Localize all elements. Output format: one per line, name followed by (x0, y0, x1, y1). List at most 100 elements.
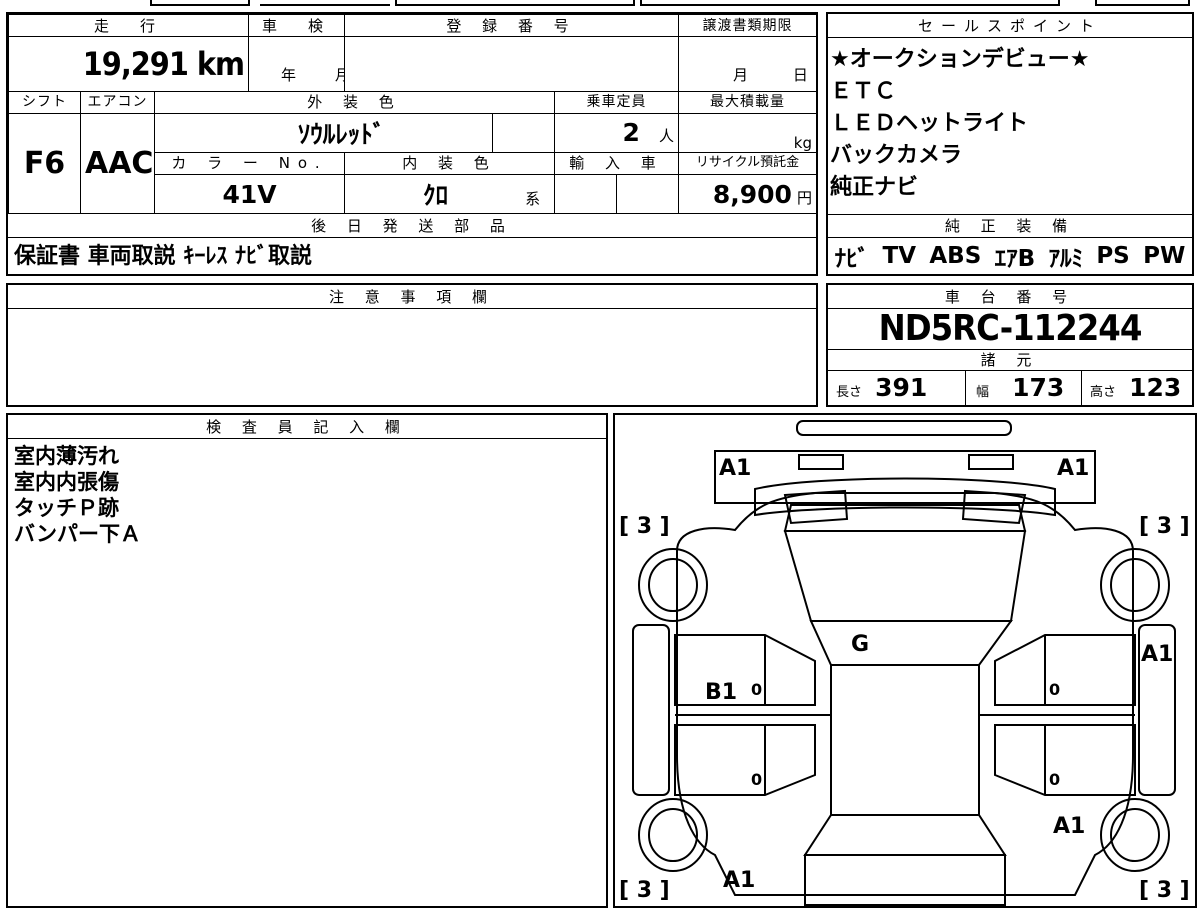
import-b (616, 174, 680, 214)
capacity-label: 乗車定員 (554, 90, 680, 114)
car-diagram-box: A1 A1 [ 3 ] [ 3 ] G B1 A1 A1 A1 [ 3 ] [ … (613, 413, 1197, 908)
exterior-value: ｿｳﾙﾚｯﾄﾞ (153, 112, 494, 153)
inspector-line: タッチＰ跡 (14, 496, 119, 520)
equipment-item: PS (1096, 243, 1130, 269)
left-headlight (798, 454, 844, 470)
max-load-label: 最大積載量 (678, 90, 818, 114)
roof (830, 664, 980, 816)
door-mark-lr: 0 (751, 770, 762, 789)
mark-windshield: G (851, 632, 869, 657)
specs-header: 諸 元 (828, 349, 1192, 371)
notes-value (12, 313, 812, 403)
capacity-value: 2 (622, 118, 640, 148)
capacity-cell: 2 人 (554, 112, 680, 153)
left-door-rear (674, 724, 816, 796)
exterior-label: 外 装 色 (153, 90, 556, 114)
notes-header: 注 意 事 項 欄 (8, 285, 816, 309)
chassis-box: 車 台 番 号 ND5RC-112244 諸 元 長さ 391 幅 173 高さ… (826, 283, 1194, 407)
equipment-item: ﾅﾋﾞ (834, 246, 870, 272)
mark-front-left-tire: [ 3 ] (619, 514, 670, 539)
interior-label: 内 装 色 (344, 151, 556, 176)
shift-value: F6 (8, 112, 81, 215)
sales-point-item: バックカメラ (830, 143, 963, 168)
registration-value (344, 36, 680, 92)
mark-front-right-bumper: A1 (1057, 456, 1089, 481)
chassis-number: ND5RC-112244 (878, 308, 1143, 349)
right-door-rear (994, 724, 1136, 796)
interior-unit: 系 (525, 190, 541, 209)
mark-rear-left-tire: [ 3 ] (619, 878, 670, 903)
shift-label: シフト (8, 90, 81, 114)
recycle-unit: 円 (797, 188, 813, 207)
top-strip (0, 0, 1200, 8)
mark-front-left-bumper: A1 (719, 456, 751, 481)
transfer-cell: 月 日 (678, 36, 818, 92)
rear-left-wheel-inner (648, 808, 698, 862)
front-right-wheel-inner (1110, 558, 1160, 612)
rear-deck (803, 814, 1007, 856)
sales-point-item: ★オークションデビュー★ (830, 47, 1090, 72)
sales-points-header: セールスポイント (828, 14, 1192, 38)
mark-front-right-tire: [ 3 ] (1139, 514, 1190, 539)
inspection-month: 月 (335, 66, 344, 84)
hood-outline (754, 477, 1056, 517)
mark-right-fender: A1 (1141, 642, 1173, 667)
mark-rear-right-tire: [ 3 ] (1139, 878, 1190, 903)
equipment-item: PW (1143, 243, 1186, 269)
height-label: 高さ (1090, 385, 1117, 400)
door-mark-rr: 0 (1049, 770, 1060, 789)
sales-points-list: ★オークションデビュー★ ＥＴＣ ＬＥＤヘットライト バックカメラ 純正ナビ (828, 44, 1192, 204)
transfer-day: 日 (792, 65, 808, 84)
inspector-line: バンパー下Ａ (14, 522, 142, 546)
door-mark-rf: 0 (1049, 680, 1060, 699)
length-value: 391 (875, 373, 928, 402)
rear-panel (804, 854, 1006, 906)
inspection-cell: 年 月 (248, 36, 346, 92)
inspector-header: 検 査 員 記 入 欄 (8, 415, 606, 439)
capacity-unit: 人 (659, 127, 675, 146)
cabin (809, 620, 1013, 666)
specs-row: 長さ 391 幅 173 高さ 123 (828, 371, 1192, 405)
inspection-year: 年 (281, 65, 297, 84)
front-marker (796, 420, 1012, 436)
transfer-month: 月 (733, 65, 749, 84)
recycle-cell: 8,900 円 (678, 174, 818, 214)
color-no-value: 41V (153, 174, 346, 214)
max-load-unit: kg (678, 112, 818, 153)
right-door-front (994, 634, 1136, 706)
sales-points-box: セールスポイント ★オークションデビュー★ ＥＴＣ ＬＥＤヘットライト バックカ… (826, 12, 1194, 276)
width-cell: 幅 173 (966, 371, 1082, 405)
windshield (783, 530, 1027, 622)
import-label: 輸 入 車 (554, 151, 680, 176)
length-label: 長さ (836, 385, 863, 400)
interior-value: ｸﾛ (423, 181, 449, 211)
exterior-extra (492, 112, 556, 153)
transfer-deadline-label: 譲渡書類期限 (678, 13, 818, 38)
mileage-unit: km (196, 44, 245, 83)
left-side-sill (632, 624, 670, 796)
mileage-label: 走 行 (7, 13, 250, 38)
ac-label: エアコン (80, 90, 155, 114)
right-headlight (968, 454, 1014, 470)
equipment-item: ｴｱB (994, 246, 1036, 272)
inspector-line: 室内薄汚れ (14, 444, 119, 468)
mileage-value: 19,291 (82, 44, 189, 83)
left-door-front (674, 634, 816, 706)
ac-value: AAC (80, 112, 155, 215)
door-mark-lf: 0 (751, 680, 762, 699)
sales-point-item: ＥＴＣ (830, 79, 897, 104)
import-a (554, 174, 618, 214)
later-parts-header: 後 日 発 送 部 品 (8, 214, 816, 238)
equipment-list: ﾅﾋﾞ TV ABS ｴｱB ｱﾙﾐ PS PW (828, 238, 1192, 274)
registration-label: 登 録 番 号 (344, 13, 680, 38)
inspector-box: 検 査 員 記 入 欄 室内薄汚れ 室内内張傷 タッチＰ跡 バンパー下Ａ (6, 413, 608, 908)
chassis-header: 車 台 番 号 (828, 285, 1192, 309)
sales-point-item: ＬＥＤヘットライト (830, 111, 1029, 136)
inspector-lines: 室内薄汚れ 室内内張傷 タッチＰ跡 バンパー下Ａ (10, 443, 600, 547)
mark-rear-left: A1 (723, 868, 755, 893)
front-left-wheel-inner (648, 558, 698, 612)
recycle-label: リサイクル預託金 (678, 151, 818, 176)
interior-cell: ｸﾛ 系 (344, 174, 556, 214)
recycle-value: 8,900 (712, 179, 792, 209)
width-label: 幅 (976, 385, 990, 400)
